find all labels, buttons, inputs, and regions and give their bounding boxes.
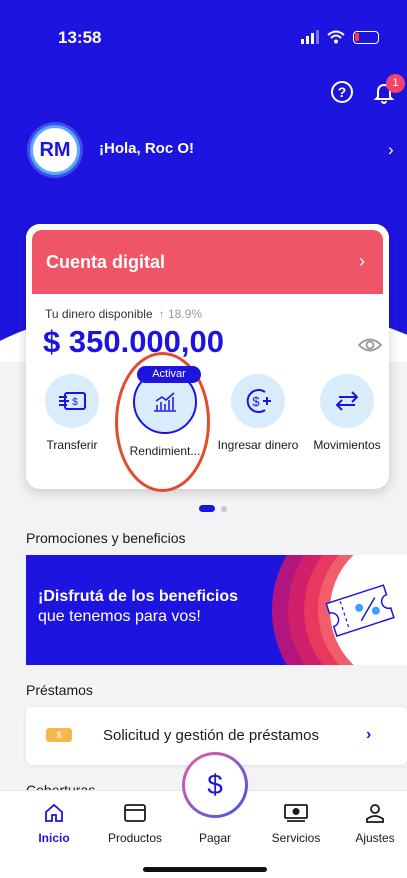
action-label: Transferir xyxy=(46,438,98,452)
account-card: Cuenta digital › Tu dinero disponible ↑ 1… xyxy=(26,224,389,489)
balance-amount: $ 350.000,00 xyxy=(43,324,225,359)
chevron-right-icon[interactable]: › xyxy=(366,726,371,744)
status-time: 13:58 xyxy=(58,28,102,47)
balance-change: ↑ 18.9% xyxy=(158,307,202,321)
tab-productos[interactable]: Productos xyxy=(95,801,175,845)
deposit-icon[interactable]: $ xyxy=(231,374,285,428)
dollar-icon: $ xyxy=(185,755,245,815)
help-icon[interactable]: ? xyxy=(331,81,353,103)
available-label: Tu dinero disponible xyxy=(45,307,153,321)
svg-text:$: $ xyxy=(72,397,78,408)
battery-icon xyxy=(353,30,379,44)
promo-line2: que tenemos para vos! xyxy=(38,608,201,625)
status-icons xyxy=(301,30,379,44)
action-movimientos[interactable]: Movimientos xyxy=(305,374,389,452)
page-dot[interactable] xyxy=(221,505,227,512)
avatar[interactable]: RM xyxy=(30,125,80,175)
page-dot-active[interactable] xyxy=(199,505,215,512)
carousel-dots[interactable] xyxy=(199,505,227,512)
available-label-row: Tu dinero disponible ↑ 18.9% xyxy=(45,307,202,321)
promo-banner[interactable]: ¡Disfrutá de los beneficios que tenemos … xyxy=(26,555,407,665)
chevron-right-icon[interactable]: › xyxy=(388,140,394,160)
home-indicator xyxy=(143,867,267,872)
promo-line1: ¡Disfrutá de los beneficios xyxy=(38,588,239,605)
transfer-icon[interactable]: $ xyxy=(45,374,99,428)
loans-title: Préstamos xyxy=(26,682,93,698)
tab-inicio[interactable]: Inicio xyxy=(14,801,94,845)
notification-badge: 1 xyxy=(386,74,405,93)
tab-label: Servicios xyxy=(271,831,321,845)
chevron-right-icon[interactable]: › xyxy=(359,251,365,272)
coupon-illustration xyxy=(272,555,407,665)
action-transferir[interactable]: $ Transferir xyxy=(30,374,114,452)
tab-label: Inicio xyxy=(38,831,70,845)
tab-label: Productos xyxy=(107,831,163,845)
cash-icon: $ xyxy=(46,728,72,742)
pay-button[interactable]: $ xyxy=(182,752,248,818)
action-label: Movimientos xyxy=(313,438,381,452)
cash-bill-icon xyxy=(284,804,308,822)
card-icon xyxy=(124,804,146,822)
svg-text:$: $ xyxy=(252,394,260,409)
signal-icon xyxy=(301,30,319,44)
wifi-icon xyxy=(327,30,345,44)
loan-request-label: Solicitud y gestión de préstamos xyxy=(103,727,319,744)
eye-icon[interactable] xyxy=(358,337,382,353)
tab-ajustes[interactable]: Ajustes xyxy=(335,801,407,845)
promotions-title: Promociones y beneficios xyxy=(26,530,186,546)
card-title: Cuenta digital xyxy=(46,252,166,272)
arrows-exchange-icon[interactable] xyxy=(320,374,374,428)
card-header[interactable]: Cuenta digital › xyxy=(26,224,389,300)
action-label: Ingresar dinero xyxy=(217,438,299,452)
status-bar: 13:58 xyxy=(0,28,407,52)
tab-label: Pagar xyxy=(198,831,232,845)
notification-button[interactable]: 1 xyxy=(372,74,405,106)
action-ingresar-dinero[interactable]: $ Ingresar dinero xyxy=(216,374,300,452)
greeting-text[interactable]: ¡Hola, Roc O! xyxy=(99,140,194,157)
home-icon xyxy=(45,803,63,822)
tab-servicios[interactable]: Servicios xyxy=(256,801,336,845)
activate-badge[interactable]: Activar xyxy=(137,366,201,383)
card-header-bar[interactable]: Cuenta digital › xyxy=(32,230,383,294)
tab-label: Ajustes xyxy=(355,831,395,845)
user-icon xyxy=(366,804,384,823)
